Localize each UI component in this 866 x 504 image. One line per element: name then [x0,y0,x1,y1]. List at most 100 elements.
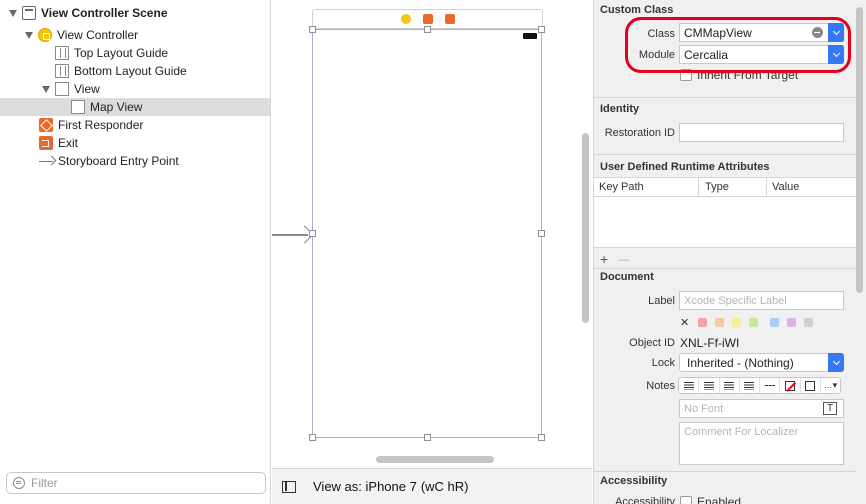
add-attribute-button[interactable]: + [600,251,608,267]
lock-value: Inherited - (Nothing) [687,355,794,370]
chevron-updown-icon[interactable] [828,353,844,372]
xcode-label-field[interactable]: Xcode Specific Label [679,291,844,310]
document-title: Document [600,271,654,283]
outline-item-exit[interactable]: Exit [0,134,270,152]
outline-item-first-responder[interactable]: First Responder [0,116,270,134]
resize-handle[interactable] [309,26,316,33]
label-color-swatch-orange[interactable] [715,318,724,327]
column-divider [766,178,767,196]
user-defined-attributes-table[interactable]: Key Path Type Value [594,177,856,248]
column-header-value[interactable]: Value [772,181,799,193]
label-color-swatch-red[interactable] [698,318,707,327]
canvas-vertical-scrollbar[interactable] [582,133,589,323]
map-view-frame[interactable] [309,26,545,441]
annotation-highlight [625,17,851,73]
clear-label-color-icon[interactable]: ✕ [680,316,689,329]
comment-for-localizer-field[interactable]: Comment For Localizer [679,422,844,465]
disclosure-triangle-icon[interactable] [41,84,51,94]
label-color-swatch-green[interactable] [749,318,758,327]
scene-icon [22,6,36,20]
outline-item-map-view[interactable]: Map View [0,98,270,116]
align-center-button[interactable] [699,378,720,393]
resize-handle[interactable] [538,230,545,237]
outline-item-label: Storyboard Entry Point [58,154,179,168]
lock-popup[interactable]: Inherited - (Nothing) [679,353,844,372]
resize-handle[interactable] [538,26,545,33]
document-outline: View Controller Scene View Controller To… [0,0,271,504]
outline-item-label: Top Layout Guide [74,46,169,60]
outline-toggle-icon[interactable] [282,480,296,493]
uda-title: User Defined Runtime Attributes [600,161,770,173]
justify-icon [744,381,755,390]
accessibility-enabled-label: Enabled [697,495,742,504]
label-color-swatch-gray[interactable] [804,318,813,327]
outline-item-label: View [74,82,100,96]
custom-class-title: Custom Class [600,4,674,16]
view-controller-icon[interactable] [400,14,411,24]
exit-icon[interactable] [444,14,455,24]
canvas-horizontal-scrollbar[interactable] [376,456,494,463]
filter-input[interactable] [31,476,251,490]
accessibility-enabled-checkbox[interactable] [680,496,692,504]
align-right-button[interactable] [720,378,740,393]
justify-button[interactable] [740,378,760,393]
align-left-button[interactable] [679,378,700,393]
no-color-icon [784,380,795,391]
more-options-button[interactable]: …▾ [821,378,840,393]
column-header-type[interactable]: Type [705,181,729,193]
ellipsis-icon: …▾ [823,380,838,390]
identity-inspector: Custom Class Class CMMapView Module Cerc… [593,0,866,504]
align-center-icon [703,381,714,390]
outline-item-label: View Controller Scene [41,6,168,20]
storyboard-canvas[interactable] [272,0,592,468]
outline-item-view-controller-scene[interactable]: View Controller Scene [0,4,270,22]
align-left-icon [683,381,694,390]
layout-guide-icon [55,64,69,78]
align-right-icon [724,381,735,390]
outline-item-label: Exit [58,136,79,150]
outline-item-bottom-layout-guide[interactable]: Bottom Layout Guide [0,62,270,80]
xcode-label-placeholder: Xcode Specific Label [684,294,787,307]
size-class-label[interactable]: (wC hR) [421,479,469,494]
column-divider [698,178,699,196]
view-icon [55,82,69,96]
entry-arrow-icon [39,154,55,168]
resize-handle[interactable] [309,230,316,237]
section-divider [594,471,856,472]
outline-filter[interactable] [6,472,266,494]
label-color-swatch-purple[interactable] [787,318,796,327]
column-header-key-path[interactable]: Key Path [599,181,644,193]
resize-handle[interactable] [424,26,431,33]
restoration-id-field[interactable] [679,123,844,142]
text-color-button[interactable] [801,378,821,393]
remove-attribute-button[interactable]: — [618,254,629,266]
resize-handle[interactable] [424,434,431,441]
inspector-scrollbar[interactable] [856,7,863,293]
outline-item-view[interactable]: View [0,80,270,98]
first-responder-icon[interactable] [422,14,433,24]
accessibility-title: Accessibility [600,475,668,487]
accessibility-label: Accessibility [615,496,675,504]
natural-align-button[interactable] [760,378,781,393]
disclosure-triangle-icon[interactable] [8,8,18,18]
notes-font-field[interactable]: No Font T [679,399,844,418]
resize-handle[interactable] [309,434,316,441]
no-color-button[interactable] [780,378,801,393]
resize-handle[interactable] [538,434,545,441]
first-responder-icon [39,118,53,132]
storyboard-entry-arrow[interactable] [272,226,312,244]
comment-placeholder: Comment For Localizer [684,426,799,438]
view-icon [71,100,85,114]
view-as-label[interactable]: View as: iPhone 7 [313,479,417,494]
object-id-label: Object ID [629,337,675,349]
label-color-swatch-yellow[interactable] [732,318,741,327]
outline-item-top-layout-guide[interactable]: Top Layout Guide [0,44,270,62]
disclosure-triangle-icon[interactable] [24,30,34,40]
notes-label: Notes [646,380,675,392]
label-color-swatch-blue[interactable] [770,318,779,327]
outline-item-storyboard-entry-point[interactable]: Storyboard Entry Point [0,152,270,170]
font-picker-icon[interactable]: T [823,402,837,415]
outline-item-view-controller[interactable]: View Controller [0,26,270,44]
text-color-icon [805,380,816,391]
font-placeholder: No Font [684,402,724,415]
